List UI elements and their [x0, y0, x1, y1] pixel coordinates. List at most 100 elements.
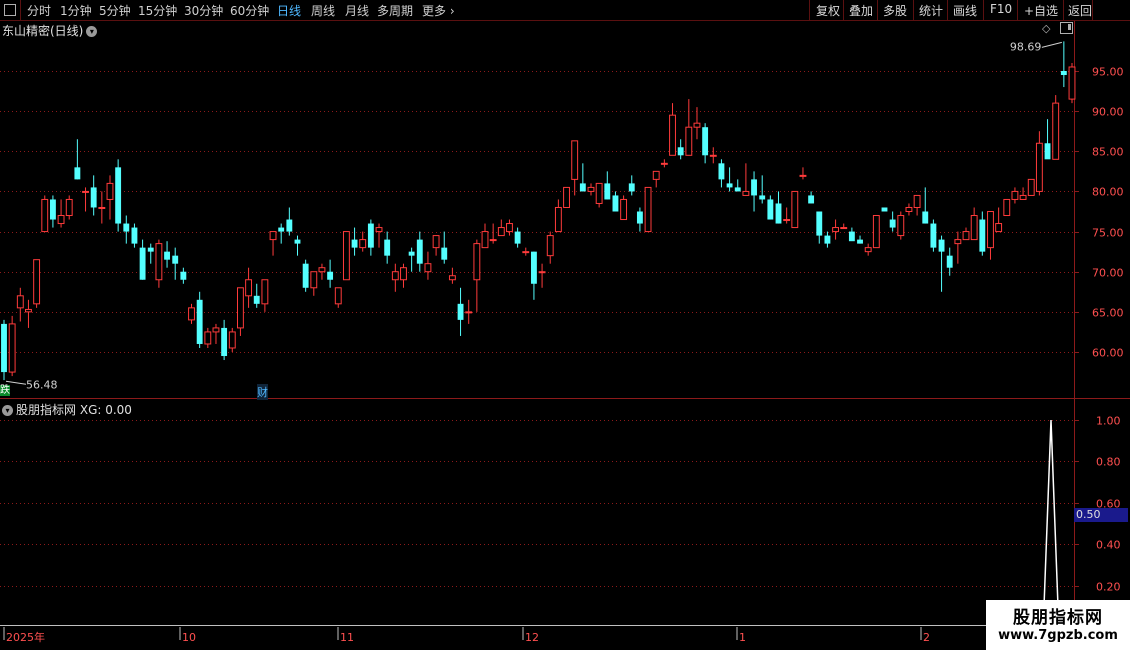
chevron-down-icon[interactable]: ▾: [86, 26, 98, 37]
candle-body-up: [685, 126, 693, 156]
candle-body-down: [604, 183, 611, 200]
candle-body-down: [286, 219, 293, 232]
candle-body-up: [33, 259, 41, 305]
candle-body-down: [367, 223, 374, 248]
candle-body-up: [16, 295, 24, 309]
menu-f10[interactable]: F10: [990, 2, 1012, 16]
period-60min[interactable]: 60分钟: [230, 2, 269, 19]
candle-body-up: [913, 194, 921, 208]
candle-body-down: [123, 223, 130, 232]
candle-body-up: [1003, 198, 1011, 217]
menu-multi-stock[interactable]: 多股: [883, 2, 907, 19]
candle-body-up: [261, 279, 269, 305]
low-pointer: [5, 380, 27, 385]
candle-body-up: [840, 227, 848, 230]
candle-body-up: [693, 122, 701, 128]
period-5min[interactable]: 5分钟: [99, 2, 131, 19]
candle-body-up: [228, 331, 236, 349]
indicator-tick-label: 0.80: [1096, 456, 1121, 469]
candle-body-up: [8, 323, 16, 373]
period-fenshi[interactable]: 分时: [27, 2, 51, 19]
candle-body-up: [204, 331, 212, 345]
price-tick-label: 90.00: [1092, 106, 1124, 119]
finance-badge[interactable]: 财: [257, 384, 268, 400]
candle-body-up: [57, 215, 65, 225]
low-price-label: 56.48: [26, 378, 58, 391]
candle-body-down: [1044, 143, 1051, 160]
price-tick-label: 85.00: [1092, 146, 1124, 159]
candle-body-up: [318, 267, 326, 273]
candle-body-down: [1, 323, 7, 373]
candle-body-up: [791, 190, 799, 229]
period-15min[interactable]: 15分钟: [138, 2, 177, 19]
date-label: 11: [340, 631, 354, 644]
candle-body-down: [677, 147, 684, 156]
candle-body-down: [857, 239, 863, 244]
price-tick-label: 80.00: [1092, 186, 1124, 199]
window-toggle-icon[interactable]: [1060, 22, 1073, 34]
candle-body-up: [897, 215, 905, 237]
period-more[interactable]: 更多 ›: [422, 2, 455, 19]
candle-body-up: [359, 239, 367, 249]
menu-back[interactable]: 返回: [1068, 2, 1092, 19]
candle-body-down: [930, 223, 937, 248]
candle-body-down: [172, 255, 179, 264]
chart-canvas[interactable]: 95.00 90.00 85.00 80.00 75.00 70.00 65.00 60.00…: [0, 0, 1130, 650]
candle-body-up: [342, 231, 350, 281]
candle-body-up: [473, 243, 481, 281]
candle-body-up: [375, 227, 383, 233]
candle-body-up: [269, 231, 277, 241]
candle-body-up: [587, 186, 595, 192]
period-1min[interactable]: 1分钟: [60, 2, 92, 19]
indicator-current-value-box: 0.50: [1074, 508, 1128, 522]
candle-body-up: [448, 275, 456, 281]
chevron-right-icon: ›: [446, 4, 455, 18]
price-tick-label: 65.00: [1092, 307, 1124, 320]
period-multi[interactable]: 多周期: [377, 2, 413, 19]
candle-body-up: [155, 243, 163, 281]
menu-stats[interactable]: 统计: [919, 2, 943, 19]
diamond-icon[interactable]: ◇: [1042, 22, 1050, 35]
stock-title-text: 东山精密(日线): [2, 24, 84, 38]
event-badge[interactable]: 跌: [0, 385, 10, 396]
candle-body-up: [310, 271, 318, 289]
candle-body-up: [954, 239, 962, 245]
chevron-down-icon[interactable]: ▾: [2, 405, 13, 416]
menu-overlay[interactable]: 叠加: [849, 2, 873, 19]
period-daily[interactable]: 日线: [277, 2, 301, 19]
candle-body-down: [441, 247, 448, 260]
menu-fuquan[interactable]: 复权: [816, 2, 840, 19]
menu-draw[interactable]: 画线: [953, 2, 977, 19]
candle-body-up: [872, 215, 880, 249]
candle-body-down: [294, 239, 301, 244]
candle-body-up: [481, 231, 489, 249]
candle-body-down: [816, 211, 823, 236]
candle-body-up: [799, 174, 807, 177]
period-monthly[interactable]: 月线: [345, 2, 369, 19]
toolbar-home-icon[interactable]: [4, 4, 16, 16]
menu-watchlist[interactable]: +自选: [1024, 2, 1058, 19]
period-weekly[interactable]: 周线: [311, 2, 335, 19]
indicator-tick-label: 0.40: [1096, 539, 1121, 552]
price-tick-label: 60.00: [1092, 347, 1124, 360]
candle-body-up: [1019, 194, 1027, 200]
candle-body-up: [65, 198, 73, 217]
date-label: 2: [923, 631, 930, 644]
candle-body-down: [327, 271, 334, 280]
candle-body-down: [302, 263, 309, 288]
date-label: 12: [525, 631, 539, 644]
candle-body-up: [432, 235, 440, 249]
candle-body-up: [962, 231, 970, 241]
candle-body-down: [881, 207, 888, 212]
candle-body-up: [1068, 66, 1076, 100]
candle-body-down: [253, 295, 260, 304]
candle-body-up: [522, 251, 530, 254]
period-30min[interactable]: 30分钟: [184, 2, 223, 19]
candle-body-down: [139, 247, 146, 280]
candle-body-down: [74, 167, 81, 180]
candle-body-up: [995, 223, 1003, 233]
candle-body-up: [905, 206, 913, 213]
candle-body-up: [563, 186, 570, 208]
candle-body-down: [530, 251, 537, 284]
high-price-label: 98.69: [1010, 40, 1042, 53]
